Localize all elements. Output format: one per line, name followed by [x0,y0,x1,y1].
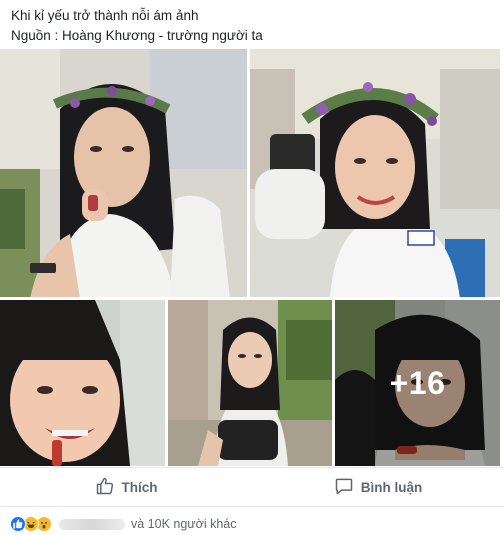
post-source: Nguồn : Hoàng Khương - trường người ta [11,28,263,43]
action-bar: Thích Bình luận [0,467,504,507]
photo-4[interactable] [168,300,332,466]
more-photos-count[interactable]: +16 [335,300,500,466]
photo-1[interactable] [0,49,247,297]
photo-3[interactable] [0,300,165,466]
like-label: Thích [121,479,158,495]
thumbs-up-icon [95,476,115,499]
photo-grid: +16 [0,49,504,466]
comment-bubble-icon [334,476,354,499]
blurred-names [59,518,125,530]
comment-button[interactable]: Bình luận [252,468,504,506]
like-button[interactable]: Thích [0,468,252,506]
others-count: và 10K người khác [131,517,237,531]
photo-5-more[interactable]: +16 [335,300,500,466]
like-icon [10,516,26,532]
comment-label: Bình luận [360,479,423,495]
photo-2[interactable] [250,49,500,297]
post-text: Khi kỉ yếu trở thành nỗi ám ảnh Nguồn : … [11,6,491,46]
post-caption: Khi kỉ yếu trở thành nỗi ám ảnh [11,8,199,23]
reactions-summary[interactable]: và 10K người khác [10,513,237,535]
